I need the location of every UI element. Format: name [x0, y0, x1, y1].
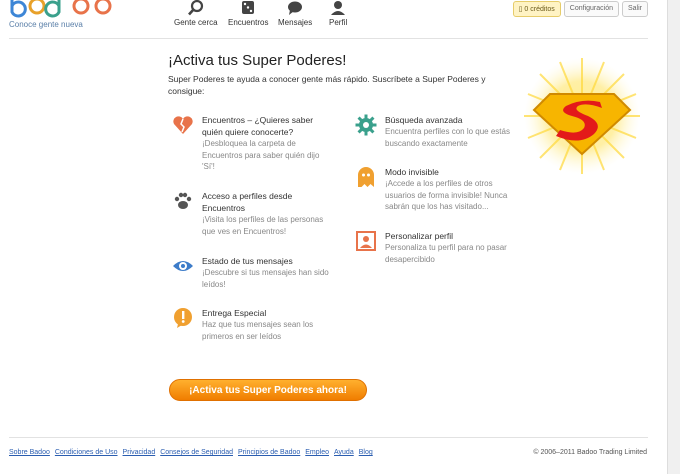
user-icon	[331, 1, 346, 15]
credits-button[interactable]: ▯ 0 créditos	[512, 1, 561, 17]
feature-title: Entrega Especial	[202, 308, 267, 318]
footer-link-consejos[interactable]: Consejos de Seguridad	[160, 449, 233, 456]
activate-superpowers-button[interactable]: ¡Activa tus Super Poderes ahora!	[169, 379, 367, 401]
feature-desc: Personaliza tu perfil para no pasar desa…	[385, 243, 507, 264]
feature-desc: ¡Accede a los perfiles de otros usuarios…	[385, 179, 508, 211]
feature-desc: Haz que tus mensajes sean los primeros e…	[202, 320, 314, 341]
page: Conoce gente nueva Gente cerca Encuentro…	[0, 0, 668, 474]
paw-icon	[174, 192, 192, 209]
page-subtitle: Super Poderes te ayuda a conocer gente m…	[168, 74, 486, 96]
search-icon	[187, 0, 203, 16]
eye-icon	[173, 261, 193, 271]
header-divider	[9, 38, 648, 39]
page-title: ¡Activa tus Super Poderes!	[168, 52, 347, 69]
nav-label: Perfil	[329, 18, 348, 27]
account-bar: ▯ 0 créditos Configuración Salir	[512, 1, 648, 17]
settings-button[interactable]: Configuración	[563, 1, 619, 17]
ghost-icon	[358, 167, 374, 187]
feature-desc: Encuentra perfiles con lo que estás busc…	[385, 127, 510, 148]
feature-title: Modo invisible	[385, 167, 439, 177]
feature-title: Estado de tus mensajes	[202, 256, 293, 266]
footer-divider	[9, 437, 648, 438]
nav-label: Gente cerca	[174, 18, 218, 27]
feature-title: Encuentros – ¿Quieres saber quién quiere…	[202, 115, 314, 137]
broken-heart-icon	[173, 116, 193, 134]
footer-link-principios[interactable]: Principios de Badoo	[238, 449, 300, 456]
vertical-scrollbar[interactable]	[667, 0, 680, 474]
nav-perfil[interactable]: Perfil	[329, 0, 347, 27]
feature-desc: ¡Descubre si tus mensajes han sido leído…	[202, 268, 329, 289]
gear-icon	[355, 114, 377, 136]
dice-icon	[242, 1, 255, 14]
feature-desc: ¡Desbloquea la carpeta de Encuentros par…	[202, 139, 320, 171]
nav-encuentros[interactable]: Encuentros	[228, 0, 268, 27]
nav-mensajes[interactable]: Mensajes	[278, 0, 312, 27]
tagline: Conoce gente nueva	[9, 20, 83, 29]
profile-frame-icon	[356, 231, 376, 251]
copyright: © 2006–2011 Badoo Trading Limited	[533, 449, 647, 456]
nav-gente-cerca[interactable]: Gente cerca	[174, 0, 218, 27]
badoo-logo[interactable]	[9, 0, 113, 20]
footer-link-empleo[interactable]: Empleo	[305, 449, 329, 456]
nav-label: Mensajes	[278, 18, 313, 27]
feature-desc: ¡Visita los perfiles de las personas que…	[202, 215, 324, 236]
footer-link-blog[interactable]: Blog	[359, 449, 373, 456]
alert-bubble-icon	[174, 308, 192, 328]
feature-title: Acceso a perfiles desde Encuentros	[202, 191, 293, 213]
logout-button[interactable]: Salir	[621, 1, 648, 17]
footer-links: Sobre Badoo Condiciones de Uso Privacida…	[9, 449, 373, 456]
superpower-emblem-icon	[524, 58, 640, 174]
chat-icon	[288, 1, 303, 15]
footer-link-privacidad[interactable]: Privacidad	[123, 449, 156, 456]
feature-title: Personalizar perfil	[385, 231, 454, 241]
nav-label: Encuentros	[228, 18, 269, 27]
footer-link-condiciones[interactable]: Condiciones de Uso	[55, 449, 118, 456]
footer-link-sobre-badoo[interactable]: Sobre Badoo	[9, 449, 50, 456]
footer-link-ayuda[interactable]: Ayuda	[334, 449, 354, 456]
feature-title: Búsqueda avanzada	[385, 115, 463, 125]
credits-label: 0 créditos	[524, 6, 555, 13]
